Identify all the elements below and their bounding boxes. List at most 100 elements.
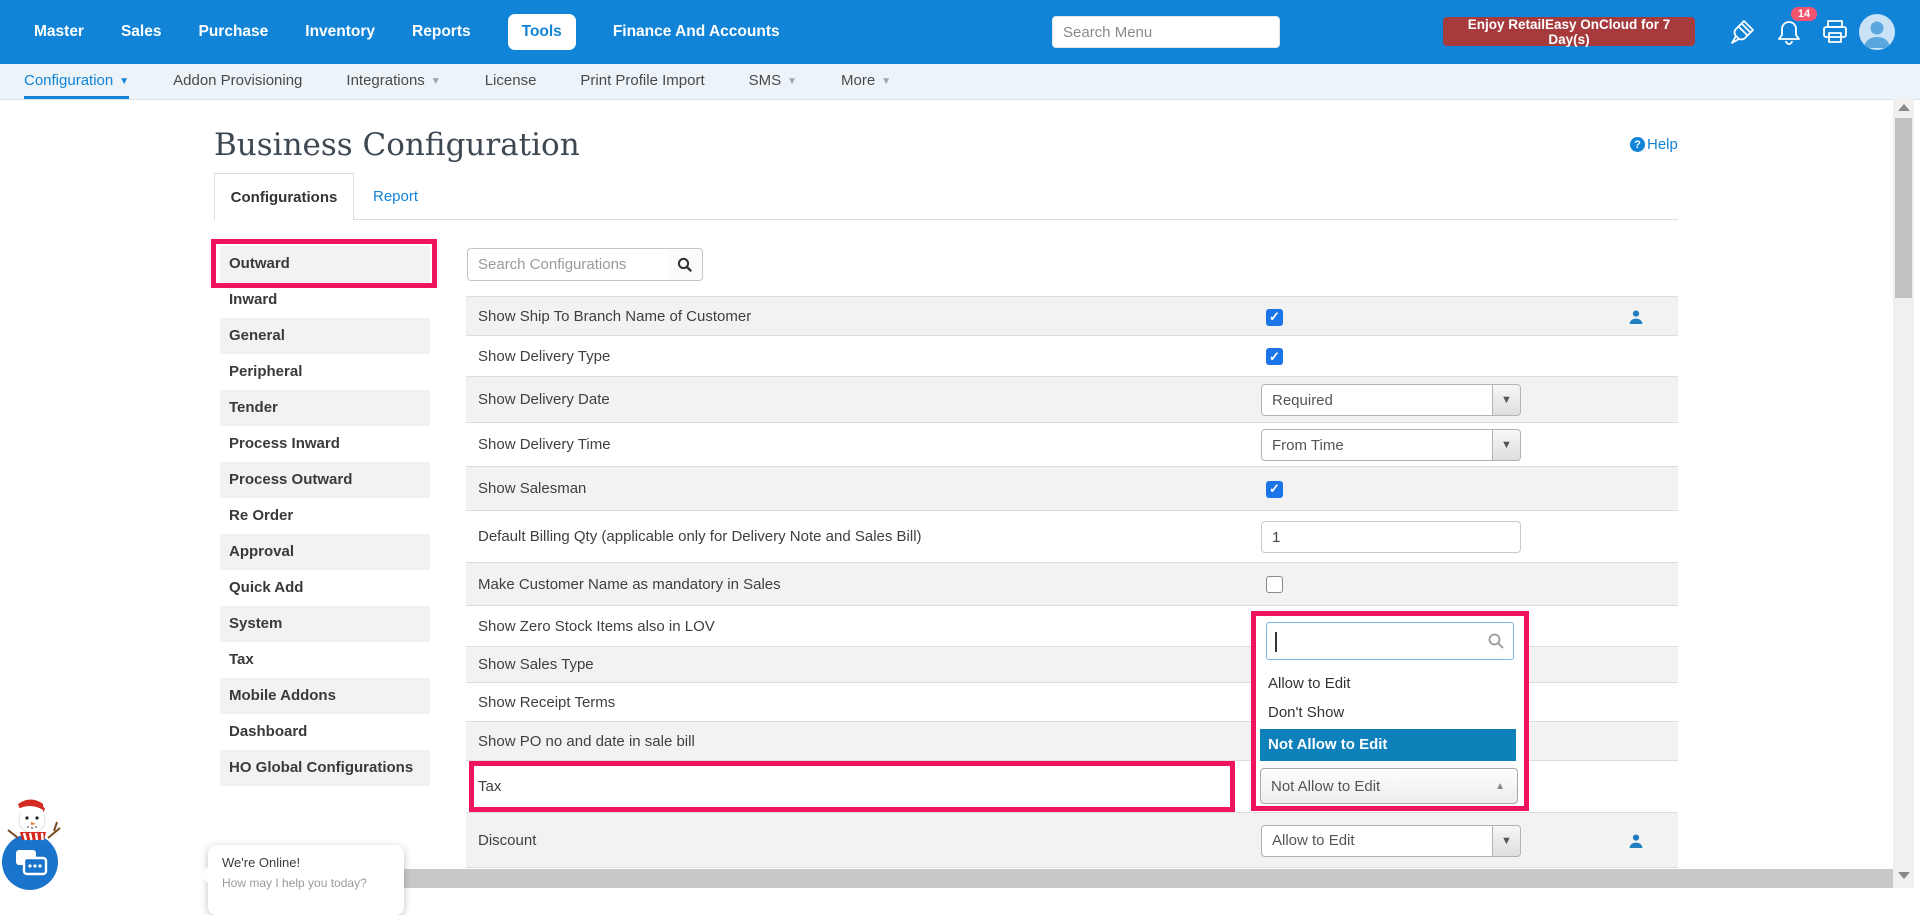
chevron-down-icon: ▼: [119, 76, 129, 87]
vertical-scrollbar-thumb[interactable]: [1895, 118, 1912, 298]
subnav-item-label: More: [841, 72, 875, 89]
chat-bubbles-icon: [2, 834, 58, 890]
subnav-item-sms[interactable]: SMS ▼: [749, 64, 797, 99]
chevron-down-icon: ▼: [1492, 385, 1520, 415]
config-row-label: Discount: [478, 813, 536, 867]
user-level-config-icon[interactable]: [1628, 833, 1644, 849]
dropdown-option-not-allow-to-edit[interactable]: Not Allow to Edit: [1260, 729, 1516, 761]
tab-report[interactable]: Report: [373, 173, 418, 219]
top-nav-item-inventory[interactable]: Inventory: [305, 23, 375, 41]
search-icon: [677, 257, 693, 273]
subnav-item-print-profile-import[interactable]: Print Profile Import: [580, 64, 704, 99]
scroll-down-arrow-icon[interactable]: [1898, 872, 1910, 879]
top-nav-item-finance-and-accounts[interactable]: Finance And Accounts: [613, 23, 780, 41]
config-row-make-customer-name-as-mandatory-in-sales: Make Customer Name as mandatory in Sales: [466, 563, 1678, 606]
sidebar-item-quick-add[interactable]: Quick Add: [220, 570, 430, 606]
configurations-search-button[interactable]: [668, 248, 703, 281]
config-checkbox-make-customer-name-as-mandatory-in-sales[interactable]: [1266, 576, 1283, 593]
chat-tooltip: We're Online! How may I help you today?: [208, 845, 404, 915]
dropdown-selected-display[interactable]: Not Allow to Edit ▲: [1260, 768, 1518, 804]
config-row-show-ship-to-branch-name-of-customer: Show Ship To Branch Name of Customer✓: [466, 296, 1678, 336]
top-nav-item-purchase[interactable]: Purchase: [198, 23, 268, 41]
dropdown-option-don-t-show[interactable]: Don't Show: [1260, 698, 1516, 727]
chevron-down-icon: ▼: [1492, 826, 1520, 856]
trial-offer-button[interactable]: Enjoy RetailEasy OnCloud for 7 Day(s): [1443, 17, 1695, 46]
subnav-item-more[interactable]: More ▼: [841, 64, 891, 99]
user-avatar[interactable]: [1859, 14, 1895, 50]
subnav-item-license[interactable]: License: [485, 64, 537, 99]
config-select-discount[interactable]: Allow to Edit▼: [1261, 825, 1521, 857]
sidebar-item-re-order[interactable]: Re Order: [220, 498, 430, 534]
tabs-divider: [214, 219, 1678, 220]
select-value: Required: [1262, 392, 1492, 409]
sidebar-item-dashboard[interactable]: Dashboard: [220, 714, 430, 750]
top-nav-item-reports[interactable]: Reports: [412, 23, 471, 41]
sidebar-item-mobile-addons[interactable]: Mobile Addons: [220, 678, 430, 714]
top-nav-items: Master Sales Purchase Inventory Reports Tools…: [0, 14, 780, 50]
config-row-default-billing-qty-applicable-only-for-delivery-note-and-sales-bill: Default Billing Qty (applicable only for…: [466, 511, 1678, 563]
config-row-label: Show Delivery Date: [478, 377, 610, 422]
config-row-label: Default Billing Qty (applicable only for…: [478, 511, 922, 562]
config-row-label: Show Receipt Terms: [478, 683, 615, 721]
help-link[interactable]: ? Help: [1630, 136, 1678, 153]
config-row-show-salesman: Show Salesman ✓: [466, 467, 1678, 511]
sidebar-item-process-inward[interactable]: Process Inward: [220, 426, 430, 462]
scroll-up-arrow-icon[interactable]: [1898, 104, 1910, 111]
sidebar-item-system[interactable]: System: [220, 606, 430, 642]
text-cursor: [1275, 632, 1277, 652]
configuration-category-list: OutwardInwardGeneralPeripheralTenderProc…: [220, 246, 430, 786]
config-row-label: Show Zero Stock Items also in LOV: [478, 606, 715, 646]
config-input-default-billing-qty-applicable-only-for-delivery-note-and-sales-bill[interactable]: [1261, 521, 1521, 553]
config-row-label: Show Delivery Type: [478, 336, 610, 376]
chevron-up-icon: ▲: [1495, 781, 1505, 792]
chevron-down-icon: ▼: [431, 76, 441, 87]
page-title: Business Configuration: [214, 127, 580, 163]
sidebar-item-tax[interactable]: Tax: [220, 642, 430, 678]
config-checkbox-show-salesman[interactable]: ✓: [1266, 481, 1283, 498]
subnav-item-label: License: [485, 72, 537, 89]
horizontal-scrollbar-thumb[interactable]: [237, 869, 1893, 888]
configurations-search-input[interactable]: [467, 248, 669, 281]
dropdown-option-allow-to-edit[interactable]: Allow to Edit: [1260, 669, 1516, 698]
sidebar-item-peripheral[interactable]: Peripheral: [220, 354, 430, 390]
sidebar-item-ho-global-configurations[interactable]: HO Global Configurations: [220, 750, 430, 786]
config-row-label: Show Delivery Time: [478, 423, 611, 466]
chevron-down-icon: ▼: [1492, 430, 1520, 460]
config-checkbox-show-delivery-type[interactable]: ✓: [1266, 348, 1283, 365]
subnav-item-label: Configuration: [24, 72, 113, 89]
chevron-down-icon: ▼: [787, 76, 797, 87]
chat-launcher-button[interactable]: [2, 834, 58, 890]
subnav-item-configuration[interactable]: Configuration ▼: [24, 64, 129, 99]
top-nav-item-tools[interactable]: Tools: [508, 14, 576, 50]
dropdown-search-input[interactable]: [1266, 622, 1514, 660]
subnav-item-addon-provisioning[interactable]: Addon Provisioning: [173, 64, 302, 99]
dropdown-selected-value: Not Allow to Edit: [1261, 778, 1495, 795]
config-select-show-delivery-time[interactable]: From Time▼: [1261, 429, 1521, 461]
config-row-discount: Discount Allow to Edit▼: [466, 813, 1678, 868]
top-nav-item-sales[interactable]: Sales: [121, 23, 162, 41]
sidebar-item-process-outward[interactable]: Process Outward: [220, 462, 430, 498]
config-row-label: Show Sales Type: [478, 647, 594, 682]
subnav-item-label: SMS: [749, 72, 782, 89]
sidebar-item-tender[interactable]: Tender: [220, 390, 430, 426]
subnav-item-label: Addon Provisioning: [173, 72, 302, 89]
sidebar-item-inward[interactable]: Inward: [220, 282, 430, 318]
config-row-label: Show Salesman: [478, 467, 586, 510]
user-level-config-icon[interactable]: [1628, 309, 1644, 325]
printer-icon[interactable]: [1819, 16, 1851, 48]
theme-brush-icon[interactable]: [1726, 16, 1758, 48]
tax-dropdown-panel: Allow to EditDon't ShowNot Allow to Edit…: [1256, 616, 1524, 806]
config-row-show-delivery-type: Show Delivery Type ✓: [466, 336, 1678, 377]
sidebar-item-outward[interactable]: Outward: [220, 246, 430, 282]
tab-configurations[interactable]: Configurations: [214, 173, 354, 220]
chevron-down-icon: ▼: [881, 76, 891, 87]
config-row-label: Show PO no and date in sale bill: [478, 722, 695, 760]
config-select-show-delivery-date[interactable]: Required▼: [1261, 384, 1521, 416]
sidebar-item-general[interactable]: General: [220, 318, 430, 354]
select-value: From Time: [1262, 437, 1492, 454]
sidebar-item-approval[interactable]: Approval: [220, 534, 430, 570]
config-checkbox-show-ship-to-branch-name-of-customer[interactable]: ✓: [1266, 309, 1283, 326]
menu-search-input[interactable]: [1052, 16, 1280, 48]
subnav-item-integrations[interactable]: Integrations▼: [346, 64, 440, 99]
top-nav-item-master[interactable]: Master: [34, 23, 84, 41]
